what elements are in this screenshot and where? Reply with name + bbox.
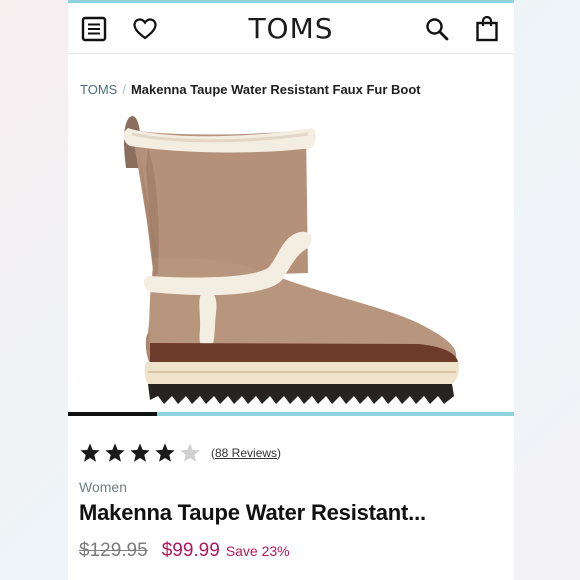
menu-icon[interactable] xyxy=(80,15,108,43)
price-row: $129.95 $99.99 Save 23% xyxy=(79,540,290,562)
product-title: Makenna Taupe Water Resistant... xyxy=(79,500,426,525)
star-filled-icon xyxy=(80,443,100,462)
breadcrumb-current: Makenna Taupe Water Resistant Faux Fur B… xyxy=(130,82,421,97)
breadcrumb-home-link[interactable]: TOMS xyxy=(80,82,117,97)
reviews-count: (88 Reviews) xyxy=(211,446,281,460)
gallery-progress-indicator xyxy=(68,412,158,416)
site-header: TOMS xyxy=(68,3,514,53)
star-filled-icon xyxy=(130,443,150,462)
bag-icon[interactable] xyxy=(473,15,501,43)
star-rating xyxy=(79,442,201,464)
breadcrumb: TOMS / Makenna Taupe Water Resistant Faux … xyxy=(80,82,421,97)
product-category: Women xyxy=(79,479,127,495)
breadcrumb-separator: / xyxy=(122,82,126,97)
rating-row: (88 Reviews) xyxy=(79,442,281,464)
savings-label: Save 23% xyxy=(225,543,290,559)
reviews-link[interactable]: 88 Reviews xyxy=(215,446,277,460)
heart-icon[interactable] xyxy=(131,15,159,43)
header-divider xyxy=(68,53,514,54)
phone-screen: TOMS TOMS / Makenna Taupe Water Resistant … xyxy=(68,0,514,580)
toms-logo[interactable]: TOMS xyxy=(248,12,333,45)
original-price: $129.95 xyxy=(79,540,148,561)
product-image[interactable] xyxy=(68,108,514,410)
search-icon[interactable] xyxy=(423,15,451,43)
sale-price: $99.99 xyxy=(161,540,220,561)
star-filled-icon xyxy=(105,443,125,462)
star-filled-icon xyxy=(155,443,175,462)
gallery-progress-track xyxy=(68,412,514,416)
star-empty-icon xyxy=(180,443,200,462)
reviews-close-paren: ) xyxy=(277,446,282,460)
